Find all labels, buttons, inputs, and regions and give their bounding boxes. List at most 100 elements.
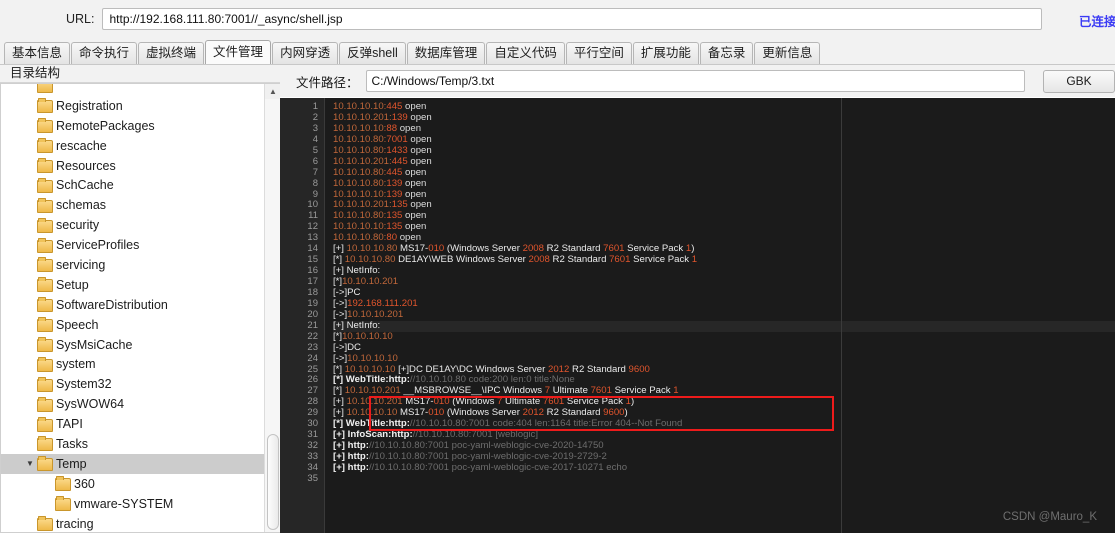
folder-icon [37, 356, 53, 372]
folder-icon [37, 98, 53, 114]
tree-item-serviceprofiles[interactable]: ServiceProfiles [1, 235, 264, 255]
code-token: [+] NetInfo: [333, 319, 381, 331]
code-line: 10.10.10.10:445 open [333, 101, 1115, 113]
code-token: 2008 [528, 254, 550, 266]
code-token: open [402, 101, 427, 112]
code-token: 010 [433, 396, 450, 408]
folder-icon [37, 84, 53, 94]
code-token: Ultimate [550, 385, 591, 397]
tree-item-security[interactable]: security [1, 215, 264, 235]
tree-item-360[interactable]: 360 [1, 474, 264, 494]
tab-9[interactable]: 扩展功能 [632, 42, 699, 64]
tree-item-label: servicing [56, 257, 106, 272]
tab-4[interactable]: 内网穿透 [272, 42, 339, 64]
tab-0[interactable]: 基本信息 [4, 42, 71, 64]
folder-icon [37, 516, 53, 532]
tree-item-schemas[interactable]: schemas [1, 195, 264, 215]
tab-7[interactable]: 自定义代码 [486, 42, 565, 64]
encoding-button[interactable]: GBK [1043, 69, 1115, 93]
tree-item-label: Setup [56, 277, 89, 292]
code-token: R2 Standard [543, 407, 604, 419]
folder-icon [37, 416, 53, 432]
tree-item-partial[interactable] [1, 84, 264, 96]
tab-5[interactable]: 反弹shell [339, 42, 406, 64]
code-token: 010 [428, 407, 445, 419]
tab-1[interactable]: 命令执行 [71, 42, 138, 64]
tab-10[interactable]: 备忘录 [699, 42, 754, 64]
directory-tree-container: Registration RemotePackages rescache Resour… [0, 83, 280, 533]
tree-item-label: system [56, 357, 96, 372]
code-token: //10.10.10.80:7001 poc-yaml-weblogic-cve… [368, 440, 604, 452]
tree-item-softwaredistribution[interactable]: SoftwareDistribution [1, 295, 264, 315]
url-input[interactable] [102, 7, 1043, 30]
line-number: 24 [307, 352, 318, 364]
code-token: Service Pack [611, 385, 674, 397]
directory-panel-title: 目录结构 [0, 65, 280, 83]
scroll-up-arrow-icon[interactable]: ▲ [265, 84, 280, 99]
tree-item-speech[interactable]: Speech [1, 315, 264, 335]
code-token: 10.10.10.10 [342, 330, 393, 342]
line-number: 23 [307, 341, 318, 353]
code-line: [*]10.10.10.201 [333, 276, 1115, 288]
folder-icon [37, 158, 53, 173]
code-token: R2 Standard [549, 254, 610, 266]
folder-icon [37, 396, 53, 412]
tree-item-system[interactable]: system [1, 354, 264, 374]
directory-tree[interactable]: Registration RemotePackages rescache Resour… [1, 84, 264, 532]
directory-tree-scrollbar[interactable]: ▲ [264, 84, 280, 532]
tree-item-schcache[interactable]: SchCache [1, 175, 264, 195]
file-path-row: 文件路径： GBK [280, 65, 1115, 97]
code-token: 10.10.10.10 [344, 363, 396, 375]
code-token: 192.168.111.201 [347, 297, 418, 309]
code-lines[interactable]: 10.10.10.10:445 open 10.10.10.201:139 ope… [325, 98, 1115, 533]
tab-8[interactable]: 平行空间 [565, 42, 632, 64]
tab-3[interactable]: 文件管理 [205, 40, 272, 64]
tree-item-remotepackages[interactable]: RemotePackages [1, 116, 264, 136]
tree-item-registration[interactable]: Registration [1, 96, 264, 116]
tree-item-label: vmware-SYSTEM [74, 496, 174, 511]
code-token: 10.10.10.80: [333, 166, 387, 178]
tree-item-syswow64[interactable]: SysWOW64 [1, 394, 264, 414]
code-token: [+] [333, 243, 347, 255]
tree-item-tracing[interactable]: tracing [1, 514, 264, 532]
chevron-down-icon[interactable]: ▼ [23, 459, 37, 468]
url-label: URL: [66, 11, 95, 26]
tree-item-temp[interactable]: ▼ Temp [1, 453, 264, 474]
code-token: ) [624, 407, 628, 419]
tree-item-servicing[interactable]: servicing [1, 255, 264, 275]
code-line: [->]PC [333, 287, 1115, 299]
code-token: [*] [333, 254, 345, 266]
tab-6[interactable]: 数据库管理 [406, 42, 486, 64]
code-token: 10.10.10.201 [346, 396, 403, 408]
tree-item-vmware-system[interactable]: vmware-SYSTEM [1, 494, 264, 514]
scrollbar-thumb[interactable] [267, 434, 279, 530]
tree-item-rescache[interactable]: rescache [1, 136, 264, 156]
tab-11[interactable]: 更新信息 [754, 42, 821, 64]
folder-icon [37, 337, 53, 353]
column-ruler [841, 98, 842, 533]
code-token: open [407, 144, 432, 156]
line-number: 8 [312, 177, 318, 189]
tree-item-setup[interactable]: Setup [1, 275, 264, 295]
code-token: 10.10.10.10: [333, 221, 387, 233]
file-path-input[interactable] [365, 70, 1025, 92]
code-token: 10.10.10.10: [333, 122, 387, 134]
code-token: 1433 [386, 144, 408, 156]
tree-item-tasks[interactable]: Tasks [1, 434, 264, 454]
code-line: [+] http://10.10.10.80:7001 poc-yaml-web… [333, 462, 1115, 474]
tree-item-label: schemas [56, 198, 107, 213]
code-token: 135 [386, 210, 403, 222]
file-content-editor[interactable]: 1 2 3 4 5 6 7 8 9 10 11 12 13 14 15 16 17 18 19 20 21 22 23 24 2… [280, 97, 1115, 533]
tree-item-label: tracing [56, 516, 94, 531]
url-bar: URL: 已连接 [0, 0, 1115, 37]
folder-icon [37, 297, 53, 313]
code-token: 10.10.10.80: [333, 210, 387, 222]
tree-item-system32[interactable]: System32 [1, 374, 264, 394]
tab-2[interactable]: 虚拟终端 [138, 42, 205, 64]
code-token: [+] http: [333, 440, 369, 452]
tree-item-sysmsicache[interactable]: SysMsiCache [1, 335, 264, 355]
tree-item-resources[interactable]: Resources [1, 156, 264, 176]
code-token: 7601 [609, 254, 631, 266]
code-token: [->] [333, 352, 348, 364]
tree-item-tapi[interactable]: TAPI [1, 414, 264, 434]
